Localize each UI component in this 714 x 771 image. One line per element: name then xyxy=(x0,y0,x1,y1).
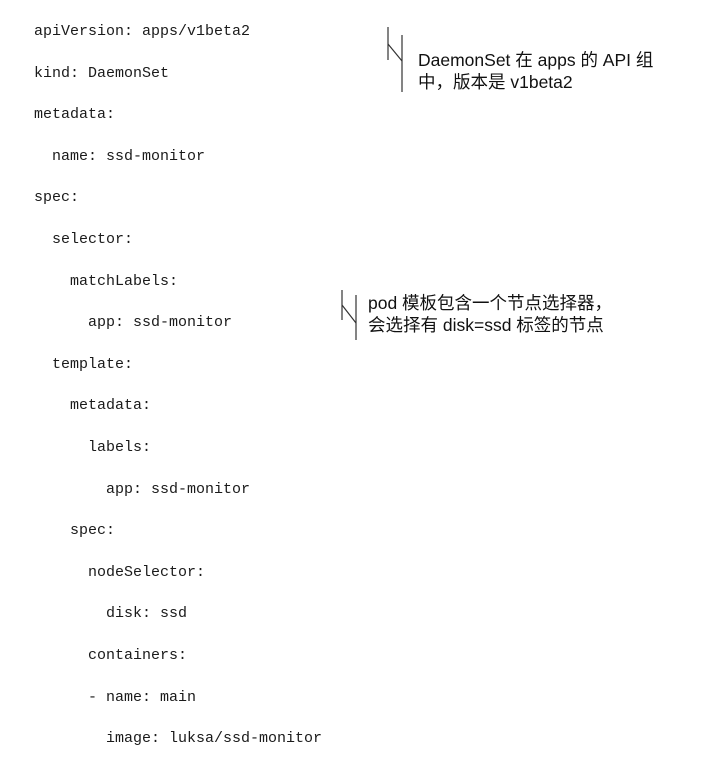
annotation-line: DaemonSet 在 apps 的 API 组 xyxy=(418,50,654,70)
code-line: containers: xyxy=(88,646,188,664)
annotation-line: pod 模板包含一个节点选择器， xyxy=(368,293,613,313)
code-line: labels: xyxy=(88,438,152,456)
code-line: spec: xyxy=(70,522,116,540)
callout-bracket-api-group xyxy=(387,27,403,92)
code-line: nodeSelector: xyxy=(88,563,206,581)
code-line: - name: main xyxy=(88,688,197,706)
annotation-line: 中，版本是 v1beta2 xyxy=(418,72,573,92)
callout-bracket-node-selector xyxy=(341,290,357,340)
annotation-node-selector: pod 模板包含一个节点选择器， 会选择有 disk=ssd 标签的节点 xyxy=(368,292,612,336)
code-line: app: ssd-monitor xyxy=(106,480,251,498)
annotation-line: 会选择有 disk=ssd 标签的节点 xyxy=(368,315,604,335)
code-line: disk: ssd xyxy=(106,605,188,623)
code-line: image: luksa/ssd-monitor xyxy=(106,730,323,748)
annotation-api-group: DaemonSet 在 apps 的 API 组 中，版本是 v1beta2 xyxy=(418,49,653,93)
